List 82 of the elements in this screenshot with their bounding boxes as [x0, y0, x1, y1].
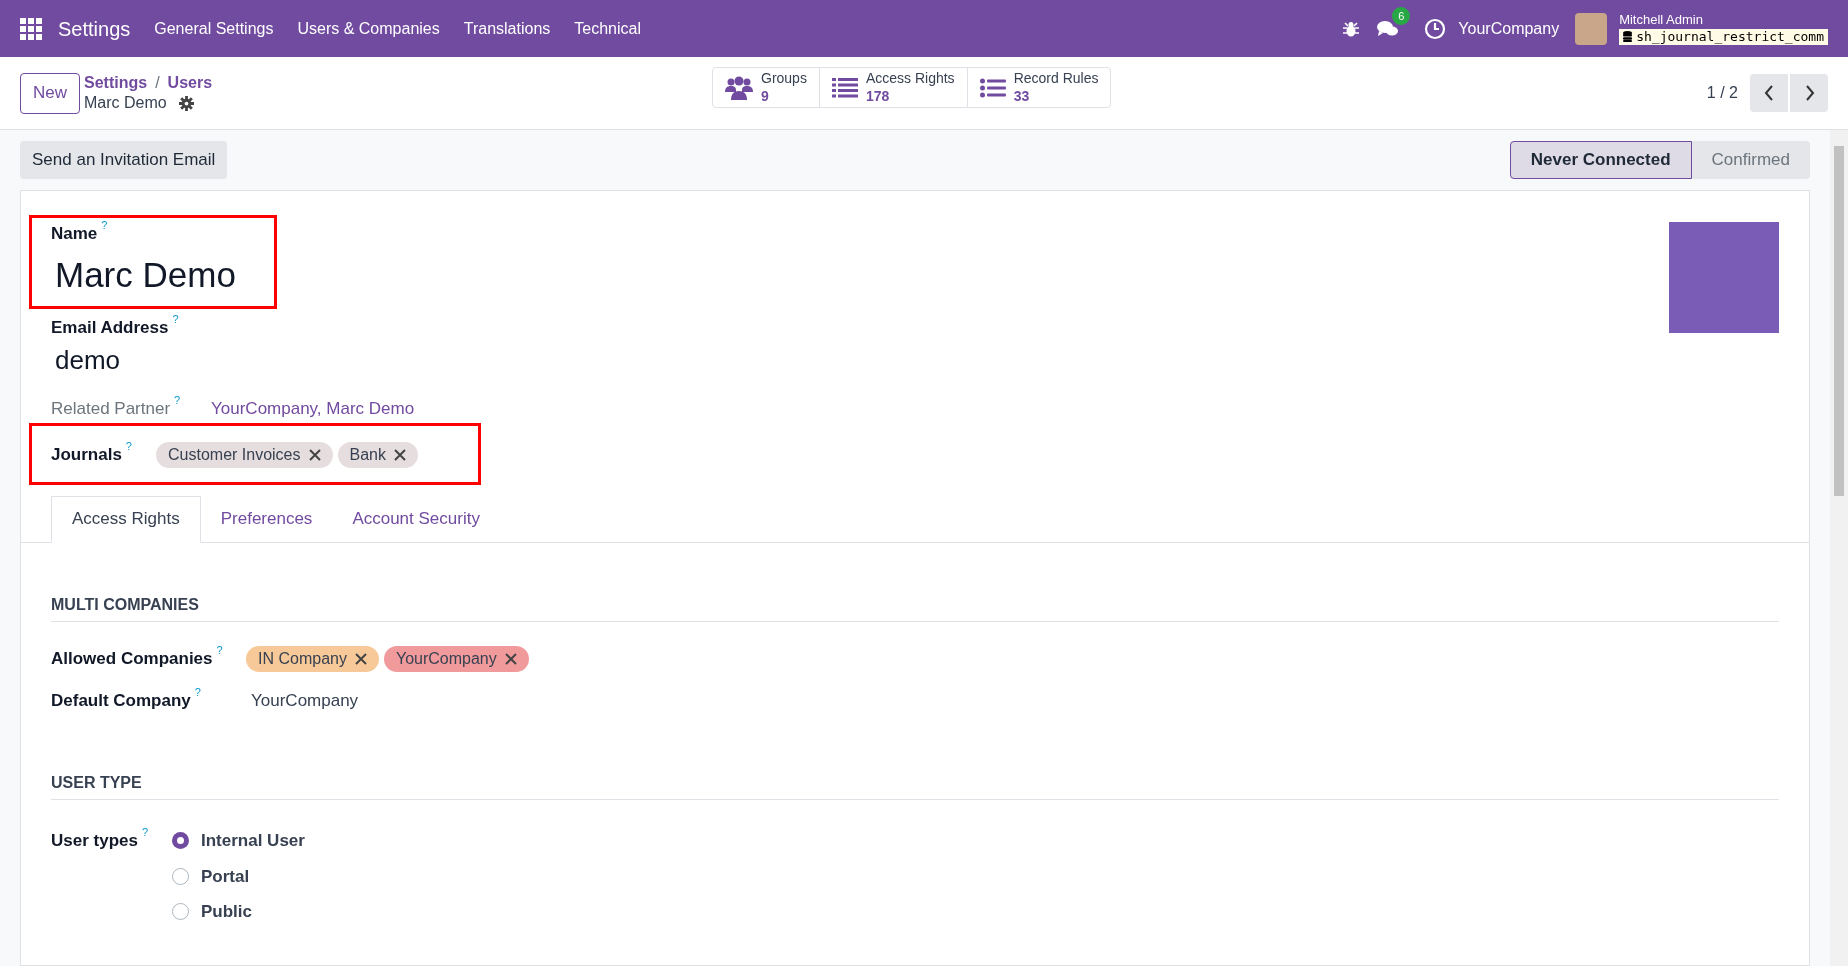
section-heading: USER TYPE: [51, 774, 142, 791]
company-switcher[interactable]: YourCompany: [1458, 16, 1560, 41]
status-stage[interactable]: Never Connected: [1509, 141, 1692, 179]
help-tooltip[interactable]: ?: [125, 437, 132, 455]
scrollbar-thumb[interactable]: [1834, 146, 1844, 496]
record-title: Marc Demo: [84, 93, 167, 113]
next-button[interactable]: [1790, 74, 1828, 112]
message-count-badge: 6: [1392, 6, 1411, 25]
smart-button[interactable]: Access Rights 178: [818, 68, 967, 107]
smart-button-count: 9: [761, 87, 770, 105]
tag[interactable]: Bank: [337, 441, 418, 468]
chat-icon: [1376, 18, 1401, 39]
new-button[interactable]: New: [20, 72, 80, 114]
menu-item[interactable]: General Settings: [154, 16, 274, 41]
help-tooltip[interactable]: ?: [216, 641, 223, 659]
remove-icon: [354, 652, 367, 665]
user-avatar[interactable]: [1575, 12, 1608, 45]
smart-button[interactable]: Record Rules 33: [966, 68, 1111, 107]
clock-icon: [1424, 17, 1447, 40]
menu-item[interactable]: Technical: [574, 16, 641, 41]
field-label: Name: [51, 223, 98, 245]
radio-button[interactable]: [172, 903, 189, 921]
radio-button[interactable]: [172, 832, 189, 850]
remove-icon: [504, 652, 517, 665]
menu-item[interactable]: Translations: [463, 16, 551, 41]
status-stage[interactable]: Confirmed: [1691, 141, 1810, 179]
help-tooltip[interactable]: ?: [174, 392, 181, 409]
field-label: Email Address: [51, 316, 169, 339]
field-label: Journals: [51, 443, 122, 466]
tab[interactable]: Preferences: [200, 495, 333, 543]
name-value: Marc Demo: [55, 253, 237, 296]
gear-icon: [178, 95, 194, 111]
tag-label: YourCompany: [395, 648, 497, 669]
tag-label: Bank: [349, 444, 386, 465]
help-tooltip[interactable]: ?: [101, 217, 108, 234]
database-name-text: sh_journal_restrict_comm: [1636, 28, 1824, 45]
radio-label: Public: [201, 901, 252, 923]
previous-button[interactable]: [1750, 74, 1788, 112]
smart-button-label: Record Rules: [1013, 70, 1099, 88]
smart-button-label: Access Rights: [865, 70, 955, 88]
database-icon: [1623, 31, 1633, 43]
scrollbar[interactable]: [1830, 130, 1848, 966]
invitation-email-button[interactable]: Send an Invitation Email: [20, 141, 228, 179]
tab[interactable]: Access Rights: [51, 495, 201, 543]
smart-button-count: 33: [1013, 87, 1031, 105]
breadcrumb-separator: /: [155, 73, 160, 93]
tag-label: IN Company: [258, 648, 347, 669]
section-heading: MULTI COMPANIES: [51, 595, 199, 613]
users-icon: [725, 75, 753, 100]
smart-button[interactable]: Groups 9: [713, 68, 819, 107]
default-company-value: YourCompany: [251, 689, 359, 712]
tag[interactable]: Customer Invoices: [156, 441, 333, 468]
help-tooltip[interactable]: ?: [141, 824, 149, 841]
remove-icon: [308, 448, 321, 461]
email-value: demo: [55, 344, 122, 377]
tag-label: Customer Invoices: [168, 444, 301, 465]
app-name[interactable]: Settings: [58, 13, 131, 44]
tag[interactable]: YourCompany: [383, 645, 529, 672]
menu-item[interactable]: Users & Companies: [297, 16, 440, 41]
field-label: Related Partner: [51, 398, 171, 420]
tab[interactable]: Account Security: [332, 495, 500, 543]
field-label: User types: [51, 830, 138, 852]
related-partner-link[interactable]: YourCompany, Marc Demo: [211, 396, 415, 422]
breadcrumb-link[interactable]: Users: [167, 73, 213, 93]
field-label: Allowed Companies: [51, 647, 213, 670]
help-tooltip[interactable]: ?: [194, 683, 201, 700]
remove-icon: [393, 448, 406, 461]
list-icon: [831, 77, 858, 98]
radio-label: Internal User: [201, 830, 305, 852]
radio-button[interactable]: [172, 867, 189, 885]
list-icon: [979, 77, 1006, 98]
apps-menu-icon: [20, 17, 42, 40]
smart-button-label: Groups: [761, 70, 807, 88]
breadcrumb-link[interactable]: Settings: [84, 73, 148, 93]
help-tooltip[interactable]: ?: [172, 310, 179, 327]
user-name[interactable]: Mitchell Admin: [1619, 12, 1828, 29]
tag[interactable]: IN Company: [246, 645, 379, 672]
bug-icon: [1342, 19, 1361, 38]
smart-button-count: 178: [865, 87, 891, 105]
radio-label: Portal: [201, 865, 250, 888]
field-label: Default Company: [51, 689, 191, 712]
pager-value: 1 / 2: [1706, 83, 1738, 103]
